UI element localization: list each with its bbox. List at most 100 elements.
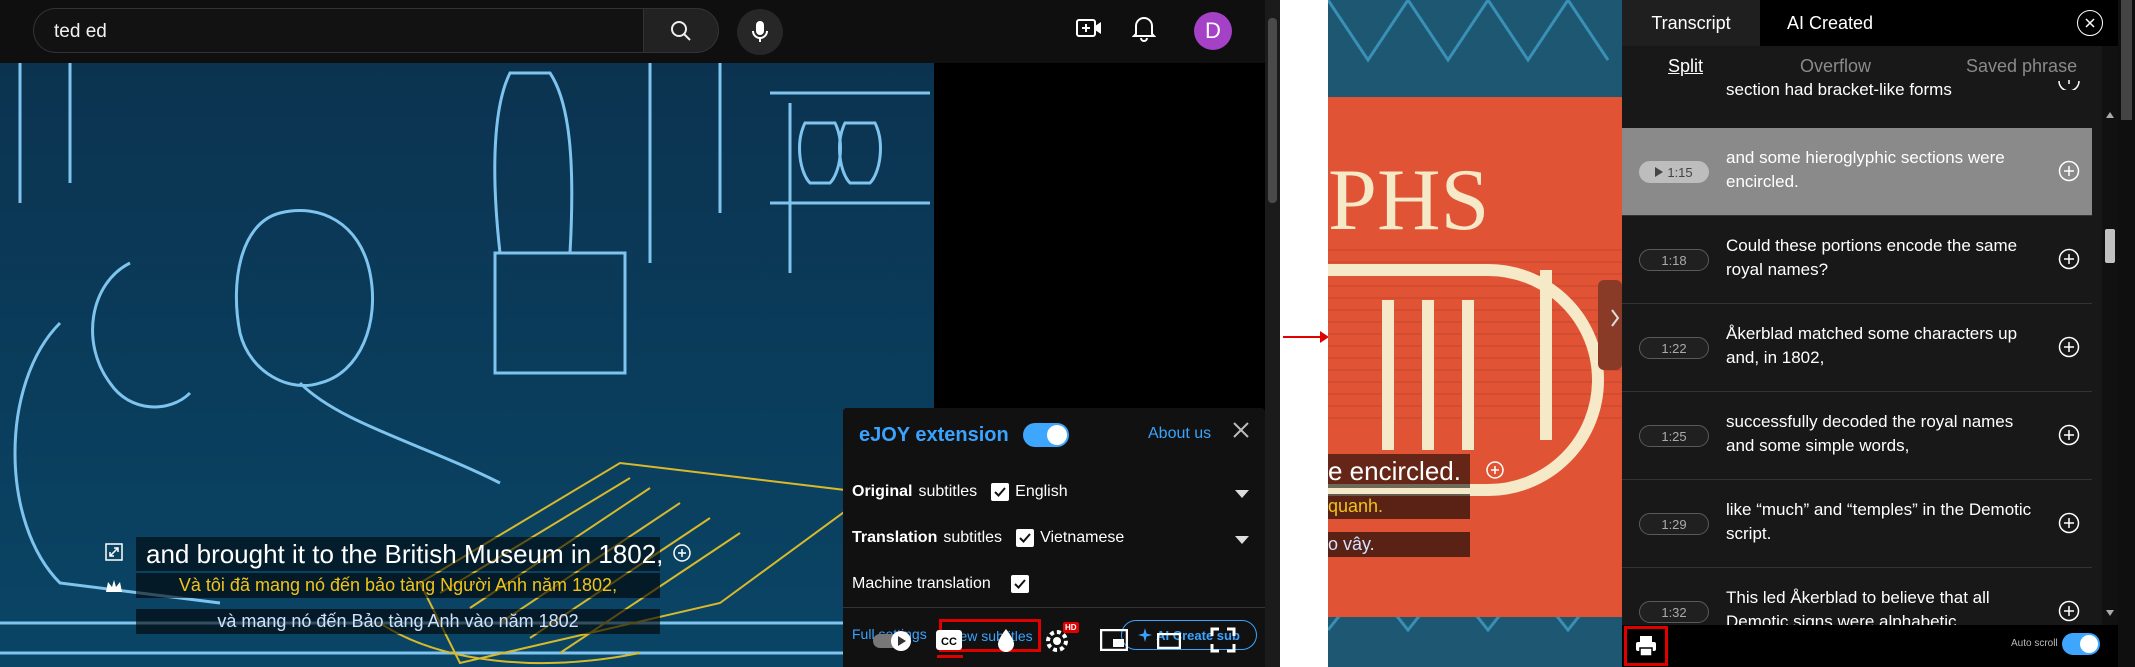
transcript-text[interactable]: This led Åkerblad to believe that all De…: [1726, 586, 2036, 625]
add-phrase-icon[interactable]: [2058, 424, 2080, 446]
auto-scroll-label: Auto scroll: [2011, 638, 2058, 649]
transcript-text[interactable]: Could these portions encode the same roy…: [1726, 234, 2036, 282]
page-scrollbar-right[interactable]: [2118, 0, 2135, 667]
transcript-text[interactable]: successfully decoded the royal names and…: [1726, 410, 2036, 458]
subtab-overflow[interactable]: Overflow: [1800, 56, 1871, 77]
close-panel-button[interactable]: [2077, 10, 2103, 36]
machine-translation-row: Machine translation: [852, 575, 1029, 593]
scroll-up-icon[interactable]: [2106, 112, 2114, 118]
hd-badge: HD: [1063, 622, 1079, 633]
microphone-icon: [752, 21, 768, 42]
add-phrase-icon[interactable]: [2058, 248, 2080, 270]
timestamp-button[interactable]: 1:15: [1639, 161, 1709, 183]
crown-icon[interactable]: [105, 578, 123, 594]
search-query: ted ed: [54, 21, 107, 42]
machine-translation-label: Machine translation: [852, 575, 991, 592]
transcript-text[interactable]: like “much” and “temples” in the Demotic…: [1726, 498, 2036, 546]
miniplayer-icon[interactable]: [1100, 629, 1128, 651]
add-phrase-icon[interactable]: [2058, 160, 2080, 182]
translation-language: Vietnamese: [1040, 529, 1125, 546]
transcript-row[interactable]: 1:29 like “much” and “temples” in the De…: [1622, 480, 2092, 568]
search-input[interactable]: ted ed: [33, 8, 663, 53]
subtab-saved-phrase[interactable]: Saved phrase: [1966, 56, 2077, 77]
machine-translation-checkbox[interactable]: [1010, 575, 1029, 593]
scrollbar-thumb[interactable]: [2105, 229, 2115, 263]
chevron-down-icon[interactable]: [1235, 490, 1249, 498]
scroll-down-icon[interactable]: [2106, 610, 2114, 616]
timestamp-button[interactable]: 1:22: [1639, 337, 1709, 359]
svg-text:CC: CC: [941, 636, 957, 648]
create-video-button[interactable]: [1075, 16, 1103, 42]
subtitle-translation-2[interactable]: và mang nó đến Bảo tàng Anh vào năm 1802: [136, 609, 660, 634]
timestamp-button[interactable]: 1:32: [1639, 601, 1709, 623]
page-scrollbar[interactable]: [1265, 0, 1280, 667]
auto-scroll-toggle[interactable]: [2062, 633, 2100, 655]
subtitle-translation-1[interactable]: Và tôi đã mang nó đến bảo tàng Người Anh…: [136, 573, 660, 598]
panel-footer: Auto scroll: [1622, 625, 2118, 667]
print-button[interactable]: [1624, 626, 1668, 666]
original-checkbox[interactable]: [991, 483, 1010, 501]
water-drop-icon[interactable]: [997, 628, 1015, 652]
add-subtitle-icon[interactable]: [1485, 460, 1505, 480]
transcript-row[interactable]: 1:32 This led Åkerblad to believe that a…: [1622, 568, 2092, 625]
timestamp-button[interactable]: 1:18: [1639, 249, 1709, 271]
transcript-row[interactable]: 1:25 successfully decoded the royal name…: [1622, 392, 2092, 480]
fullscreen-icon[interactable]: [1210, 627, 1236, 653]
translation-checkbox[interactable]: [1016, 529, 1035, 547]
add-phrase-icon[interactable]: [2058, 512, 2080, 534]
bell-icon: [1132, 17, 1156, 42]
play-icon: [1655, 167, 1664, 177]
subtitle-translation-1[interactable]: quanh.: [1328, 494, 1470, 519]
cc-active-indicator: [937, 655, 963, 658]
translation-label-rest: subtitles: [943, 529, 1003, 546]
expand-icon[interactable]: [105, 543, 123, 561]
about-us-link[interactable]: About us: [1148, 425, 1211, 443]
add-phrase-icon[interactable]: [2058, 336, 2080, 358]
notifications-button[interactable]: [1132, 14, 1156, 42]
original-label: Original: [852, 483, 913, 500]
subtitle-original[interactable]: and brought it to the British Museum in …: [136, 537, 663, 571]
original-language: English: [1015, 483, 1068, 500]
autoplay-toggle[interactable]: [873, 630, 915, 652]
close-icon: [2085, 18, 2095, 28]
timestamp-button[interactable]: 1:29: [1639, 513, 1709, 535]
add-phrase-icon[interactable]: [2058, 600, 2080, 622]
transcript-row[interactable]: 1:22 Åkerblad matched some characters up…: [1622, 304, 2092, 392]
video-title-text: PHS: [1328, 152, 1490, 249]
original-label-rest: subtitles: [918, 483, 978, 500]
add-subtitle-icon[interactable]: [672, 543, 692, 563]
annotation-arrow: [1283, 336, 1324, 338]
transcript-panel: Transcript AI Created Split Overflow Sav…: [1622, 0, 2118, 667]
ejoy-title: eJOY extension: [859, 424, 1009, 446]
close-icon[interactable]: [1232, 421, 1250, 439]
ejoy-enable-toggle[interactable]: [1023, 423, 1069, 447]
transcript-text[interactable]: and some hieroglyphic sections were enci…: [1726, 146, 2036, 194]
theater-mode-icon[interactable]: [1157, 633, 1181, 649]
subtitle-original[interactable]: e encircled.: [1328, 454, 1470, 488]
subtab-split[interactable]: Split: [1668, 56, 1703, 77]
search-button[interactable]: [643, 8, 719, 53]
sparkle-icon: [1138, 628, 1153, 642]
ai-create-sub-button[interactable]: AI Create sub: [1121, 620, 1257, 650]
add-phrase-icon[interactable]: [2058, 80, 2080, 90]
voice-search-button[interactable]: [737, 9, 783, 55]
transcript-list: section had bracket-like forms 1:15 and …: [1622, 80, 2102, 625]
transcript-row[interactable]: 1:18 Could these portions encode the sam…: [1622, 216, 2092, 304]
closed-captions-icon: CC: [936, 630, 962, 650]
transcript-text[interactable]: Åkerblad matched some characters up and,…: [1726, 322, 2036, 370]
video-player-zoomed[interactable]: PHS e encircled. quanh. o vây.: [1328, 0, 1622, 667]
tab-ai-created[interactable]: AI Created: [1760, 0, 1900, 46]
search-icon: [671, 20, 691, 41]
transcript-row[interactable]: 1:15 and some hieroglyphic sections were…: [1622, 128, 2092, 216]
cc-button[interactable]: CC: [935, 628, 963, 652]
transcript-scrollbar[interactable]: [2102, 46, 2118, 626]
timestamp-button[interactable]: 1:25: [1639, 425, 1709, 447]
chevron-down-icon[interactable]: [1235, 536, 1249, 544]
translation-subtitles-row: Translation subtitles Vietnamese: [852, 529, 1124, 547]
table-row: [1622, 80, 2092, 108]
tab-transcript[interactable]: Transcript: [1622, 0, 1760, 46]
subtitle-translation-2[interactable]: o vây.: [1328, 532, 1470, 557]
avatar[interactable]: D: [1194, 12, 1232, 50]
divider: [843, 607, 1265, 608]
video-player[interactable]: and brought it to the British Museum in …: [0, 63, 1265, 667]
